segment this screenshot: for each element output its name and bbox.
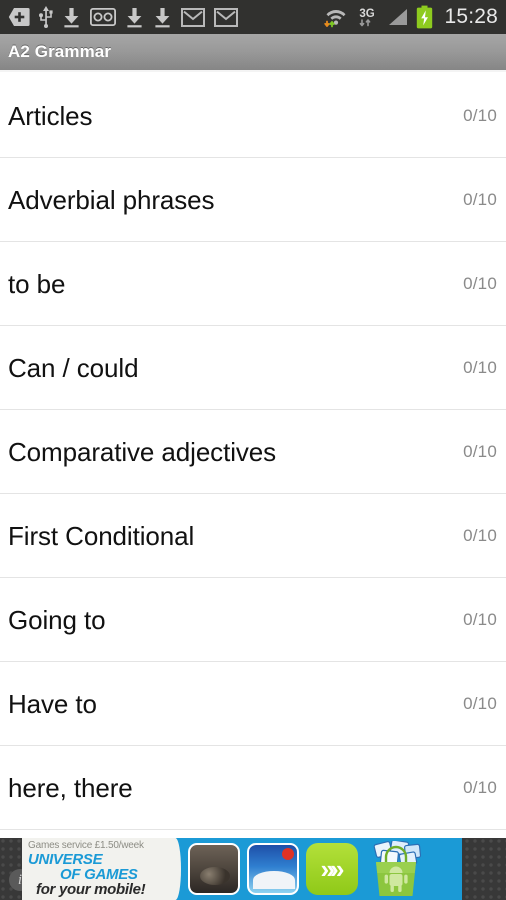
list-item-label: to be (8, 268, 66, 299)
list-item-label: Comparative adjectives (8, 436, 277, 467)
android-play-bag-icon[interactable] (367, 841, 425, 897)
ad-subtitle: for your mobile! (36, 880, 146, 898)
ad-panel-curve (167, 838, 181, 900)
list-item[interactable]: Comparative adjectives 0/10 (0, 410, 506, 494)
double-chevron-right-icon: »» (320, 854, 345, 884)
list-item-label: Can / could (8, 352, 139, 383)
ad-cta-button[interactable]: »» (306, 843, 358, 895)
advertisement-banner[interactable]: i Games service £1.50/week UNIVERSE OF G… (0, 838, 506, 900)
status-bar-system-icons: 3G 15:28 (323, 0, 500, 34)
usb-icon (39, 6, 53, 28)
download-icon (155, 7, 170, 27)
cellular-signal-icon (389, 9, 408, 25)
list-item-label: Adverbial phrases (8, 184, 215, 215)
wifi-icon (324, 10, 346, 28)
voicemail-icon (90, 8, 116, 26)
ad-brand-line-1: UNIVERSE (28, 850, 103, 868)
status-bar[interactable]: 3G 15:28 (0, 0, 506, 34)
android-screen: 3G 15:28 A2 Grammar Articles 0/10 Adverb… (0, 0, 506, 900)
list-item-score: 0/10 (463, 610, 497, 629)
list-item[interactable]: Articles 0/10 (0, 74, 506, 158)
status-bar-notification-icons (8, 0, 323, 34)
list-item[interactable]: Can / could 0/10 (0, 326, 506, 410)
list-item-label: here, there (8, 772, 133, 803)
list-item[interactable]: Going to 0/10 (0, 578, 506, 662)
list-item-score: 0/10 (463, 274, 497, 293)
list-item[interactable]: Have to 0/10 (0, 662, 506, 746)
mobile-data-3g-icon: 3G (360, 8, 375, 27)
list-item[interactable]: here, there 0/10 (0, 746, 506, 830)
gmail-icon (181, 7, 205, 27)
download-icon (127, 7, 142, 27)
list-item-score: 0/10 (463, 778, 497, 797)
list-item[interactable]: to be 0/10 (0, 242, 506, 326)
list-item-score: 0/10 (463, 358, 497, 377)
sim-card-add-icon (8, 8, 30, 26)
list-item-label: Articles (8, 100, 93, 131)
battery-charging-icon (417, 5, 433, 29)
svg-text:3G: 3G (360, 8, 375, 20)
grammar-topic-list[interactable]: Articles 0/10 Adverbial phrases 0/10 to … (0, 74, 506, 838)
list-item[interactable]: First Conditional 0/10 (0, 494, 506, 578)
app-title-bar[interactable]: A2 Grammar (0, 34, 506, 72)
status-bar-clock: 15:28 (444, 5, 498, 28)
list-item-score: 0/10 (463, 106, 497, 125)
page-title: A2 Grammar (8, 42, 112, 61)
list-item-score: 0/10 (463, 694, 497, 713)
ad-thumbnail-bubble-shoot[interactable] (247, 843, 299, 895)
ad-brand-line-2: OF GAMES (60, 865, 138, 883)
list-item-score: 0/10 (463, 526, 497, 545)
gmail-icon (214, 7, 238, 27)
list-item-label: First Conditional (8, 520, 195, 551)
ad-content[interactable]: Games service £1.50/week UNIVERSE OF GAM… (22, 838, 462, 900)
list-item-score: 0/10 (463, 442, 497, 461)
ad-thumbnail-motocross[interactable] (188, 843, 240, 895)
ad-tagline: Games service £1.50/week (28, 840, 144, 851)
list-item-score: 0/10 (463, 190, 497, 209)
list-item-label: Have to (8, 688, 97, 719)
list-item-label: Going to (8, 604, 106, 635)
download-icon (64, 7, 79, 27)
ad-thumbnails[interactable]: »» (174, 838, 462, 900)
ad-text-panel: Games service £1.50/week UNIVERSE OF GAM… (22, 838, 181, 900)
list-item[interactable]: Adverbial phrases 0/10 (0, 158, 506, 242)
